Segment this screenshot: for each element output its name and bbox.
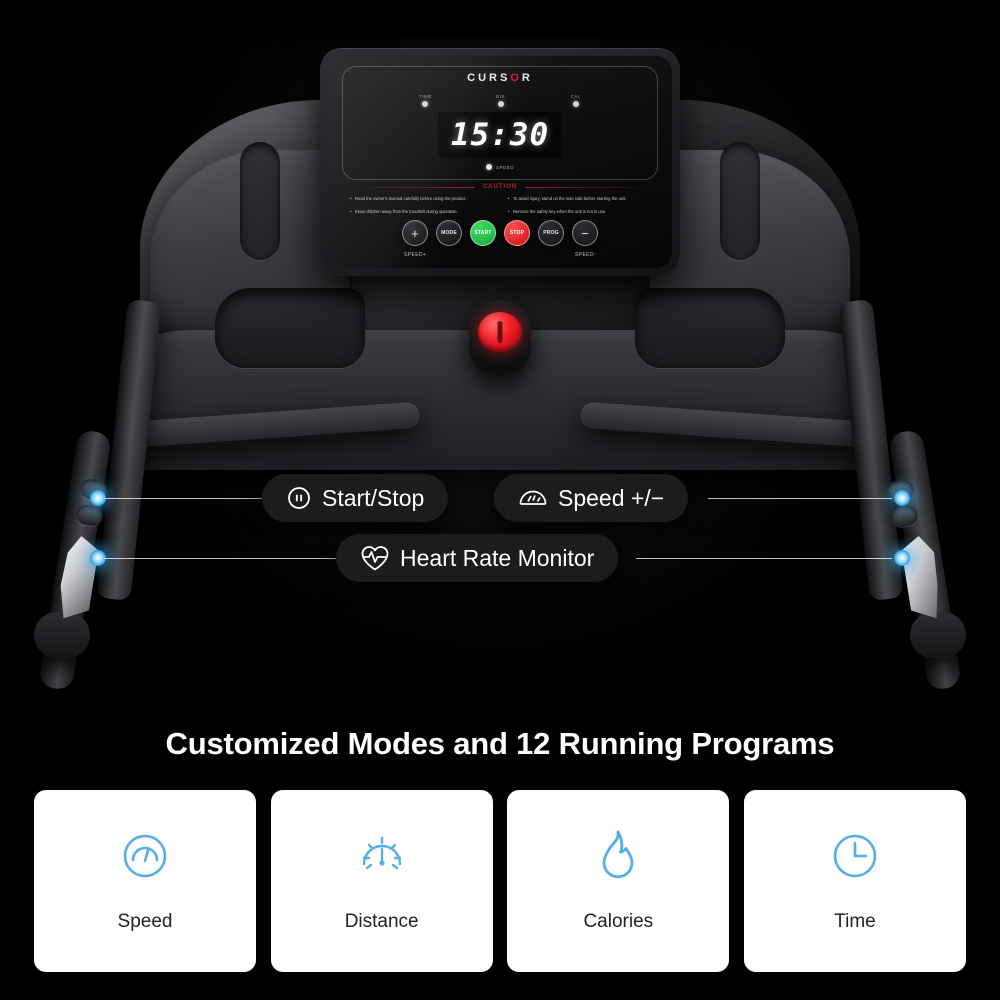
feature-card-distance[interactable]: Distance — [270, 790, 493, 972]
speedometer-icon — [519, 490, 547, 505]
heart-pulse-icon — [361, 546, 389, 571]
callout-anchor-right-controls — [894, 490, 910, 506]
speed-up-label: SPEED+ — [404, 252, 427, 258]
indicator-time-led — [422, 101, 429, 107]
emergency-stop-key[interactable] — [478, 312, 522, 352]
brand-logo: CURSOR — [328, 72, 672, 84]
indicator-distance: DIS. — [496, 94, 507, 107]
leader-line-heart-left — [104, 558, 336, 559]
caution-item: Read the owner's manual carefully before… — [350, 196, 492, 203]
feature-card-calories-label: Calories — [583, 911, 654, 932]
feature-card-speed[interactable]: Speed — [34, 790, 256, 972]
callout-heart-rate[interactable]: Heart Rate Monitor — [336, 534, 619, 582]
leader-line-start-stop — [104, 498, 262, 499]
leader-line-speed — [708, 498, 892, 499]
feature-card-row: Speed Distance Calories Time — [34, 790, 966, 972]
metric-indicator-row: TIME DIS. CAL — [328, 94, 672, 107]
caution-heading: CAUTION — [346, 184, 654, 190]
brand-text-prefix: CURS — [467, 72, 511, 84]
callout-start-stop-label: Start/Stop — [322, 484, 425, 511]
product-infographic: CURSOR TIME DIS. CAL 15:30 SPEED CAUTION… — [0, 0, 1000, 1000]
treadmill-product-image: CURSOR TIME DIS. CAL 15:30 SPEED CAUTION… — [0, 0, 1000, 720]
feature-card-time[interactable]: Time — [743, 790, 966, 972]
right-accessory-slot — [720, 142, 760, 260]
speed-gauge-icon — [119, 829, 171, 883]
console-face: CURSOR TIME DIS. CAL 15:30 SPEED CAUTION… — [328, 56, 672, 268]
right-control-sensors — [880, 475, 932, 537]
callout-speed[interactable]: Speed +/− — [494, 474, 689, 522]
callout-start-stop[interactable]: Start/Stop — [262, 474, 449, 522]
flame-icon — [595, 829, 641, 883]
mode-button[interactable]: MODE — [436, 220, 462, 246]
brand-text-suffix: R — [521, 72, 533, 84]
console-button-row: + MODE START STOP PROG − — [328, 220, 672, 246]
callout-heart-rate-label: Heart Rate Monitor — [400, 544, 595, 571]
speed-indicator-label: SPEED — [495, 164, 515, 170]
feature-card-speed-label: Speed — [117, 911, 173, 932]
right-cup-holder — [635, 288, 785, 368]
caution-item: Keep children away from the treadmill du… — [350, 209, 492, 216]
caution-column-left: Read the owner's manual carefully before… — [350, 196, 492, 221]
indicator-time-label: TIME — [419, 94, 432, 99]
caution-text-block: Read the owner's manual carefully before… — [350, 196, 650, 221]
indicator-calories-label: CAL — [570, 94, 581, 99]
feature-card-calories[interactable]: Calories — [507, 790, 730, 972]
callout-anchor-right-heartrate — [894, 550, 910, 566]
speed-up-button[interactable]: + — [402, 220, 428, 246]
left-control-sensors — [68, 475, 120, 537]
leader-line-heart-right — [636, 558, 892, 559]
left-cup-holder — [215, 288, 365, 368]
left-accessory-slot — [240, 142, 280, 260]
odometer-icon — [356, 829, 408, 883]
start-button[interactable]: START — [470, 220, 496, 246]
indicator-distance-led — [498, 101, 505, 107]
callout-speed-label: Speed +/− — [558, 484, 665, 511]
safety-key-holder[interactable] — [469, 300, 531, 374]
pause-circle-icon — [288, 487, 310, 509]
feature-card-time-label: Time — [834, 911, 876, 932]
speed-down-label: SPEED- — [574, 252, 596, 258]
caution-title: CAUTION — [482, 184, 518, 190]
indicator-calories: CAL — [571, 94, 581, 107]
left-handrail-cap — [34, 612, 90, 658]
brand-text-o: O — [510, 72, 522, 84]
caution-rule-left — [346, 186, 475, 188]
right-handrail-cap — [910, 612, 966, 658]
caution-item: To avoid injury, stand on the side rails… — [508, 196, 650, 203]
feature-card-distance-label: Distance — [344, 911, 419, 932]
speed-down-button[interactable]: − — [572, 220, 598, 246]
lcd-display: 15:30 — [438, 112, 562, 158]
lcd-value: 15:30 — [450, 117, 550, 153]
speed-indicator: SPEED — [328, 164, 672, 170]
page-title: Customized Modes and 12 Running Programs — [165, 726, 835, 761]
indicator-calories-led — [572, 101, 579, 107]
caution-column-right: To avoid injury, stand on the side rails… — [508, 196, 650, 221]
prog-button[interactable]: PROG — [538, 220, 564, 246]
caution-rule-right — [525, 186, 654, 188]
stop-button[interactable]: STOP — [504, 220, 530, 246]
caution-item: Remove the safety key when the unit is n… — [508, 209, 650, 216]
clock-icon — [829, 829, 881, 883]
indicator-distance-label: DIS. — [495, 94, 507, 99]
indicator-time: TIME — [419, 94, 432, 107]
treadmill-console[interactable]: CURSOR TIME DIS. CAL 15:30 SPEED CAUTION… — [320, 48, 680, 276]
speed-indicator-led — [485, 164, 492, 170]
